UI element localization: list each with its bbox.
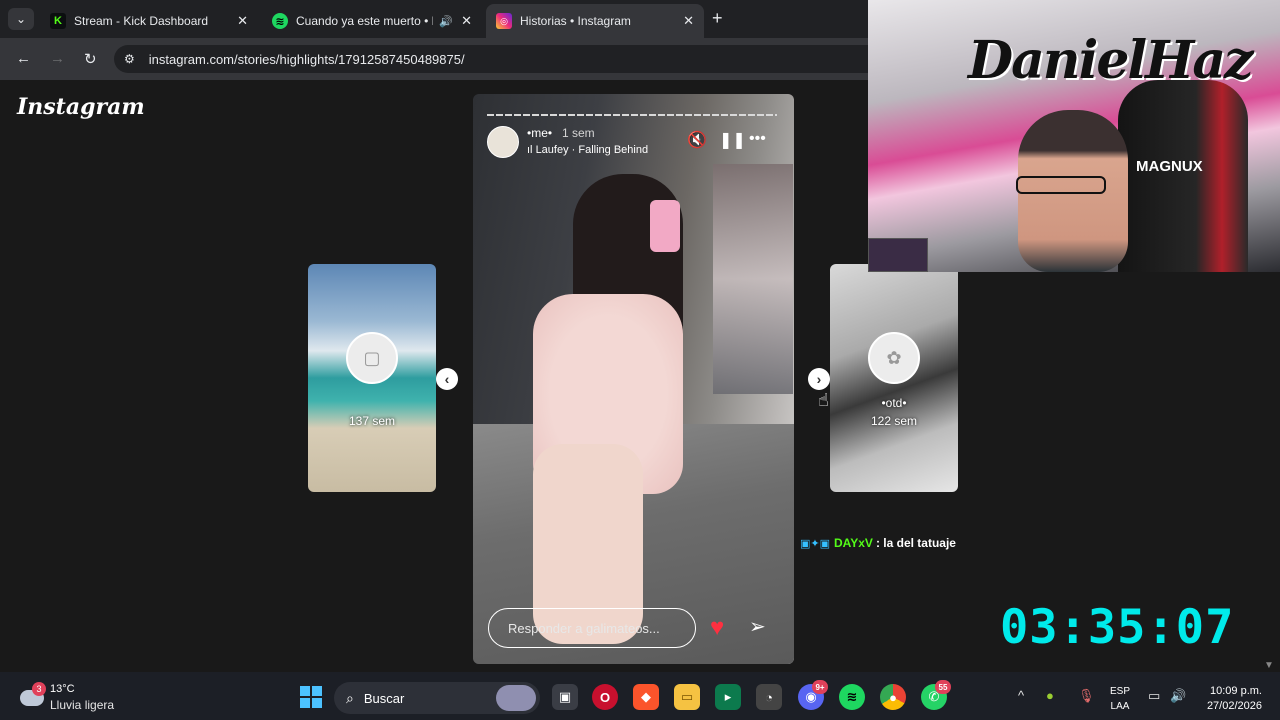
send-icon: ➢ bbox=[749, 616, 766, 638]
tray-app-icon[interactable]: ● bbox=[1046, 688, 1054, 703]
chevron-down-icon: ⌄ bbox=[15, 12, 27, 26]
speaker-muted-icon: 🔇 bbox=[687, 132, 707, 149]
weather-badge: 3 bbox=[32, 682, 46, 696]
music-bars-icon: ıl bbox=[527, 144, 536, 156]
next-highlight-card[interactable]: ✿ •otd• 122 sem bbox=[830, 264, 958, 492]
brave-icon[interactable]: ◆ bbox=[633, 684, 659, 710]
previous-highlight-card[interactable]: ▢ 137 sem bbox=[308, 264, 436, 492]
file-explorer-icon[interactable]: ▭ bbox=[674, 684, 700, 710]
mute-button[interactable]: 🔇 bbox=[687, 130, 707, 150]
search-highlight-image bbox=[496, 685, 536, 711]
highlight-avatar: ✿ bbox=[868, 332, 920, 384]
tab-spotify[interactable]: ≋ Cuando ya este muerto • Pe 🔊 ✕ bbox=[262, 4, 482, 38]
speaker-icon[interactable]: 🔊 bbox=[439, 15, 453, 28]
chair-brand: MAGNUX bbox=[1136, 158, 1203, 175]
share-button[interactable]: ➢ bbox=[749, 614, 766, 639]
windows-start-icon[interactable] bbox=[300, 686, 322, 708]
instagram-logo[interactable]: Instagram bbox=[17, 94, 145, 120]
story-viewer[interactable]: •me• 1 sem ıl Laufey · Falling Behind 🔇 … bbox=[473, 94, 794, 664]
weather-condition[interactable]: Lluvia ligera bbox=[50, 698, 114, 712]
story-time: 1 sem bbox=[562, 126, 595, 140]
more-options-button[interactable]: ••• bbox=[749, 130, 766, 148]
whatsapp-icon[interactable]: ✆ 55 bbox=[921, 680, 951, 710]
address-bar[interactable]: ⚙ instagram.com/stories/highlights/17912… bbox=[114, 45, 874, 73]
opera-icon[interactable]: O bbox=[592, 684, 618, 710]
story-username[interactable]: •me• bbox=[527, 126, 552, 140]
site-settings-icon[interactable]: ⚙ bbox=[124, 52, 135, 66]
kick-icon: K bbox=[50, 13, 66, 29]
chrome-icon[interactable]: ● bbox=[880, 684, 906, 710]
close-tab-icon[interactable]: ✕ bbox=[237, 13, 248, 29]
mini-preview-thumbnail bbox=[868, 238, 928, 272]
discord-icon[interactable]: ◉ 9+ bbox=[798, 680, 828, 710]
chevron-up-icon[interactable]: ^ bbox=[1018, 688, 1024, 703]
close-tab-icon[interactable]: ✕ bbox=[683, 13, 694, 29]
story-music[interactable]: ıl Laufey · Falling Behind bbox=[527, 144, 648, 156]
chat-badges-icon: ▣✦▣ bbox=[800, 537, 831, 550]
tab-instagram[interactable]: ◎ Historias • Instagram ✕ bbox=[486, 4, 704, 38]
highlight-name: •otd• bbox=[881, 396, 907, 410]
like-button[interactable]: ♥ bbox=[710, 614, 724, 642]
forward-button[interactable]: → bbox=[50, 50, 65, 67]
story-progress-bars bbox=[487, 114, 777, 116]
chevron-right-icon: › bbox=[816, 371, 822, 387]
scroll-down-icon[interactable]: ▼ bbox=[1264, 660, 1274, 671]
pause-icon: ❚❚ bbox=[719, 132, 746, 149]
task-view-icon[interactable]: ▣ bbox=[552, 684, 578, 710]
glasses bbox=[1016, 176, 1106, 194]
previous-story-button[interactable]: ‹ bbox=[436, 368, 458, 390]
kick-app-icon[interactable]: ▸ bbox=[715, 684, 741, 710]
back-button[interactable]: ← bbox=[16, 50, 31, 67]
whatsapp-badge: 55 bbox=[935, 680, 951, 694]
clock-app-icon[interactable]: ◔ bbox=[756, 684, 782, 710]
weather-widget[interactable]: 3 bbox=[16, 682, 46, 712]
pause-button[interactable]: ❚❚ bbox=[719, 130, 746, 150]
story-avatar[interactable] bbox=[487, 126, 519, 158]
highlight-avatar: ▢ bbox=[346, 332, 398, 384]
close-tab-icon[interactable]: ✕ bbox=[461, 13, 472, 29]
taskbar-search[interactable]: ⌕ Buscar bbox=[334, 682, 540, 714]
search-icon: ⌕ bbox=[346, 689, 354, 706]
story-photo-background bbox=[713, 164, 793, 394]
highlight-time: 137 sem bbox=[348, 414, 396, 428]
reply-input[interactable]: Responder a galimateos... bbox=[488, 608, 696, 648]
tab-kick-dashboard[interactable]: K Stream - Kick Dashboard ✕ bbox=[40, 4, 258, 38]
arrow-right-icon: → bbox=[50, 50, 65, 67]
webcam-overlay: DanielHaz MAGNUX bbox=[868, 0, 1280, 272]
next-story-button[interactable]: › bbox=[808, 368, 830, 390]
microphone-icon[interactable]: 🎙 bbox=[1078, 688, 1095, 704]
stream-timer: 03:35:07 bbox=[1000, 600, 1235, 655]
volume-icon[interactable]: 🔊 bbox=[1170, 688, 1186, 704]
url-text[interactable]: instagram.com/stories/highlights/1791258… bbox=[149, 52, 465, 67]
new-tab-button[interactable]: + bbox=[712, 8, 723, 29]
spotify-icon: ≋ bbox=[272, 13, 288, 29]
discord-badge: 9+ bbox=[812, 680, 828, 694]
network-icon[interactable]: ▭ bbox=[1148, 688, 1160, 704]
chat-message: ▣✦▣ DAYxV : la del tatuaje bbox=[800, 536, 956, 550]
chevron-left-icon: ‹ bbox=[444, 371, 450, 387]
system-clock[interactable]: 10:09 p.m. 27/02/2026 bbox=[1200, 684, 1262, 714]
chat-username: DAYxV bbox=[834, 536, 873, 550]
arrow-left-icon: ← bbox=[16, 50, 31, 67]
reload-icon: ↻ bbox=[84, 51, 97, 68]
mouse-cursor-icon: ☝ bbox=[818, 390, 829, 410]
highlight-time: 122 sem bbox=[870, 414, 918, 428]
plus-icon: + bbox=[712, 8, 723, 28]
chat-text: : la del tatuaje bbox=[875, 536, 956, 550]
tab-search-button[interactable]: ⌄ bbox=[8, 8, 34, 30]
instagram-icon: ◎ bbox=[496, 13, 512, 29]
gaming-chair bbox=[1118, 80, 1248, 272]
spotify-app-icon[interactable]: ≋ bbox=[839, 684, 865, 710]
heart-icon: ♥ bbox=[710, 614, 725, 641]
more-icon: ••• bbox=[749, 130, 766, 147]
reload-button[interactable]: ↻ bbox=[84, 50, 97, 68]
input-language[interactable]: ESP LAA bbox=[1110, 684, 1130, 714]
weather-temperature[interactable]: 13°C bbox=[50, 683, 75, 695]
